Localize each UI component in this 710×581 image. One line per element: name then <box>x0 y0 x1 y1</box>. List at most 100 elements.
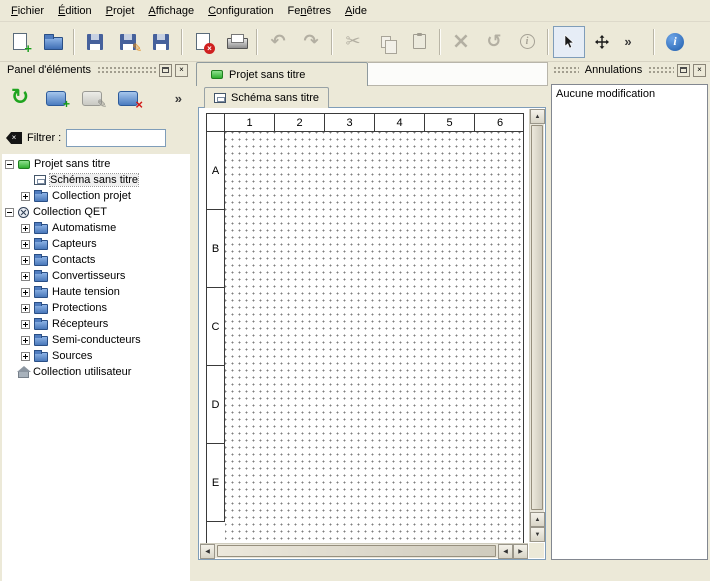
toolbar-overflow-button[interactable]: » <box>619 26 637 58</box>
dock-grip[interactable] <box>97 66 156 74</box>
menu-fenetres[interactable]: Fenêtres <box>281 2 338 20</box>
expander-collapsed-icon[interactable] <box>21 272 30 281</box>
clear-filter-icon[interactable]: × <box>6 132 22 144</box>
undo-history-list[interactable]: Aucune modification <box>551 84 708 560</box>
close-file-button[interactable]: × <box>187 26 219 58</box>
save-all-button[interactable] <box>145 26 177 58</box>
menu-edition[interactable]: Édition <box>51 2 99 20</box>
paste-button[interactable] <box>403 26 435 58</box>
elements-panel-title: Panel d'éléments <box>4 64 94 76</box>
scroll-left-button[interactable]: ◀ <box>200 544 215 559</box>
dock-grip[interactable] <box>648 66 674 74</box>
tree-item-protections[interactable]: Protections <box>2 300 190 316</box>
delete-button[interactable]: × <box>445 26 477 58</box>
menu-affichage[interactable]: Affichage <box>141 2 201 20</box>
vertical-scroll-thumb[interactable] <box>531 125 543 510</box>
horizontal-scroll-thumb[interactable] <box>217 545 496 557</box>
annulations-titlebar[interactable]: Annulations × <box>551 62 708 78</box>
expander-collapsed-icon[interactable] <box>21 288 30 297</box>
dock-float-button[interactable] <box>159 64 172 77</box>
expander-expanded-icon[interactable] <box>5 160 14 169</box>
open-file-button[interactable] <box>37 26 69 58</box>
horizontal-scrollbar[interactable]: ◀ ◀ ▶ <box>200 543 528 558</box>
elements-panel-dock: Panel d'éléments × ↻ + ✎ × » × Filtrer :… <box>2 62 190 581</box>
scroll-right-button[interactable]: ▶ <box>513 544 528 559</box>
new-file-button[interactable]: + <box>4 26 36 58</box>
new-file-icon: + <box>13 33 27 50</box>
ruler-column-1: 1 <box>225 114 275 132</box>
undo-button[interactable]: ↶ <box>262 26 294 58</box>
tree-item-semi-conducteurs[interactable]: Semi-conducteurs <box>2 332 190 348</box>
tree-item-collection-utilisateur[interactable]: Collection utilisateur <box>2 364 190 380</box>
horizontal-scroll-track[interactable] <box>215 544 498 558</box>
redo-button[interactable]: ↷ <box>295 26 327 58</box>
ruler-row-a: A <box>207 132 225 210</box>
menu-fichier[interactable]: Fichier <box>4 2 51 20</box>
expander-collapsed-icon[interactable] <box>21 304 30 313</box>
tree-item-collection-projet[interactable]: Collection projet <box>2 188 190 204</box>
tree-item-capteurs[interactable]: Capteurs <box>2 236 190 252</box>
delete-element-button[interactable]: × <box>112 82 144 114</box>
expander-collapsed-icon[interactable] <box>21 224 30 233</box>
dock-grip[interactable] <box>553 66 579 74</box>
print-button[interactable] <box>220 26 252 58</box>
expander-collapsed-icon[interactable] <box>21 256 30 265</box>
tree-item-schema-sans-titre[interactable]: Schéma sans titre <box>2 172 190 188</box>
select-tool-button[interactable] <box>553 26 585 58</box>
menu-aide[interactable]: Aide <box>338 2 374 20</box>
panel-overflow-chevron[interactable]: » <box>175 91 188 106</box>
folder-icon <box>34 256 48 266</box>
tab-projet-sans-titre[interactable]: Projet sans titre <box>196 62 368 86</box>
close-file-icon: × <box>196 33 210 50</box>
toolbar-separator <box>331 29 333 55</box>
vertical-scrollbar[interactable]: ▲ ▲ ▼ <box>529 109 544 542</box>
diagram-canvas[interactable] <box>225 132 523 544</box>
menu-projet[interactable]: Projet <box>99 2 142 20</box>
save-button[interactable] <box>79 26 111 58</box>
schema-icon <box>34 175 46 185</box>
elements-panel-titlebar[interactable]: Panel d'éléments × <box>2 62 190 78</box>
reload-collections-button[interactable]: ↻ <box>4 82 36 114</box>
expander-collapsed-icon[interactable] <box>21 336 30 345</box>
dock-float-button[interactable] <box>677 64 690 77</box>
copy-button[interactable] <box>370 26 402 58</box>
dock-close-button[interactable]: × <box>175 64 188 77</box>
project-icon <box>211 70 223 79</box>
expander-collapsed-icon[interactable] <box>21 320 30 329</box>
folder-icon <box>34 272 48 282</box>
expander-collapsed-icon[interactable] <box>21 192 30 201</box>
filter-input[interactable] <box>66 129 166 147</box>
arrow-left-icon: ◀ <box>503 548 508 555</box>
expander-expanded-icon[interactable] <box>5 208 14 217</box>
scroll-down-button[interactable]: ▼ <box>530 527 545 542</box>
tree-item-collection-qet[interactable]: Collection QET <box>2 204 190 220</box>
project-icon <box>18 160 30 169</box>
tree-item-contacts[interactable]: Contacts <box>2 252 190 268</box>
save-as-button[interactable]: ✎ <box>112 26 144 58</box>
scroll-left-button-2[interactable]: ◀ <box>498 544 513 559</box>
tree-item-haute-tension[interactable]: Haute tension <box>2 284 190 300</box>
edit-element-button[interactable]: ✎ <box>76 82 108 114</box>
folder-icon <box>34 304 48 314</box>
scroll-up-button-2[interactable]: ▲ <box>530 512 545 527</box>
ruler-corner <box>207 114 225 132</box>
element-info-button[interactable]: i <box>511 26 543 58</box>
tab-schema-sans-titre[interactable]: Schéma sans titre <box>204 87 329 108</box>
expander-collapsed-icon[interactable] <box>21 352 30 361</box>
vertical-scroll-track[interactable] <box>530 124 544 512</box>
overflow-chevron-icon: » <box>624 34 631 49</box>
move-tool-button[interactable] <box>586 26 618 58</box>
cut-button[interactable]: ✂ <box>337 26 369 58</box>
tree-item-projet-sans-titre[interactable]: Projet sans titre <box>2 156 190 172</box>
rotate-button[interactable]: ↺ <box>478 26 510 58</box>
scroll-up-button[interactable]: ▲ <box>530 109 545 124</box>
tree-item-convertisseurs[interactable]: Convertisseurs <box>2 268 190 284</box>
tree-item-automatisme[interactable]: Automatisme <box>2 220 190 236</box>
tree-item-sources[interactable]: Sources <box>2 348 190 364</box>
expander-collapsed-icon[interactable] <box>21 240 30 249</box>
tree-item-recepteurs[interactable]: Récepteurs <box>2 316 190 332</box>
new-element-button[interactable]: + <box>40 82 72 114</box>
dock-close-button[interactable]: × <box>693 64 706 77</box>
about-info-button[interactable]: i <box>659 26 691 58</box>
menu-configuration[interactable]: Configuration <box>201 2 280 20</box>
